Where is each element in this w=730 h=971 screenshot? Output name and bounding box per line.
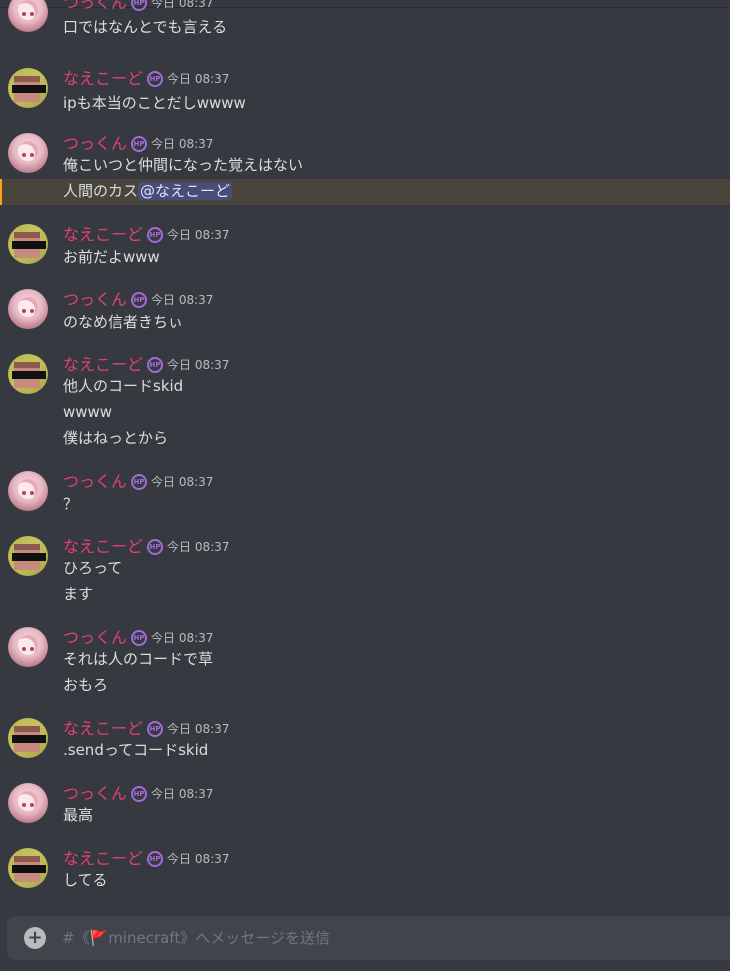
message-text: ひろって [63, 559, 123, 577]
message-header: なえこーど HP 今日 08:37 [63, 224, 229, 246]
message-header: つっくん HP 今日 08:37 [63, 0, 213, 14]
badge-icon: HP [131, 136, 148, 152]
avatar-hair [14, 232, 40, 238]
message-text: .sendってコードskid [63, 741, 209, 759]
message-header: なえこーど HP 今日 08:37 [63, 68, 229, 90]
badge-icon: HP [147, 71, 164, 87]
timestamp: 今日 08:37 [151, 293, 214, 307]
badge-icon: HP [131, 786, 148, 802]
avatar[interactable] [8, 0, 48, 32]
username[interactable]: なえこーど [63, 68, 143, 90]
message-text: してる [63, 871, 108, 889]
avatar[interactable] [8, 471, 48, 511]
username[interactable]: つっくん [63, 471, 127, 493]
sunglasses-icon [12, 371, 46, 379]
message-text: 人間のカス @なえこーど [63, 178, 233, 204]
message-list: つっくん HP 今日 08:37 口ではなんとでも言える なえこーど HP 今日… [0, 0, 730, 905]
avatar[interactable] [8, 718, 48, 758]
avatar-hair [14, 726, 40, 732]
badge-icon: HP [131, 292, 148, 308]
message-text-part: 人間のカス [63, 182, 139, 200]
timestamp: 今日 08:37 [167, 72, 230, 86]
message-text: のなめ信者きちぃ [63, 313, 184, 331]
message-text: 俺こいつと仲間になった覚えはない [63, 156, 304, 174]
timestamp: 今日 08:37 [151, 0, 214, 10]
sunglasses-icon [12, 735, 46, 743]
timestamp: 今日 08:37 [151, 787, 214, 801]
sunglasses-icon [12, 85, 46, 93]
message-text: おもろ [63, 676, 109, 694]
sunglasses-icon [12, 553, 46, 561]
message-text: それは人のコードで草 [63, 650, 214, 668]
message-text: ます [63, 585, 94, 603]
badge-icon: HP [147, 851, 164, 867]
message-text: 他人のコードskid [63, 377, 184, 395]
sunglasses-icon [12, 865, 46, 873]
timestamp: 今日 08:37 [167, 852, 230, 866]
badge-icon: HP [131, 0, 148, 11]
username[interactable]: つっくん [63, 289, 127, 311]
badge-icon: HP [147, 539, 164, 555]
badge-icon: HP [147, 357, 164, 373]
timestamp: 今日 08:37 [167, 228, 230, 242]
message-input[interactable]: #《🚩minecraft》へメッセージを送信 [62, 916, 330, 960]
message-text: ？ [63, 495, 79, 513]
timestamp: 今日 08:37 [151, 475, 214, 489]
avatar[interactable] [8, 68, 48, 108]
message-composer[interactable]: + #《🚩minecraft》へメッセージを送信 [7, 916, 730, 960]
message-text: 最高 [63, 806, 94, 824]
avatar[interactable] [8, 354, 48, 394]
avatar-hair [14, 362, 40, 368]
user-mention[interactable]: @なえこーど [138, 182, 233, 200]
message-text: お前だよwww [63, 248, 160, 266]
avatar[interactable] [8, 848, 48, 888]
avatar-hair [14, 76, 40, 82]
avatar[interactable] [8, 783, 48, 823]
avatar[interactable] [8, 536, 48, 576]
message-text: ipも本当のことだしwwww [63, 94, 246, 112]
avatar[interactable] [8, 224, 48, 264]
message-text: 僕はねっとから [63, 429, 169, 447]
message-header: つっくん HP 今日 08:37 [63, 471, 213, 493]
message-text: 口ではなんとでも言える [63, 18, 228, 36]
message-text: wwww [63, 403, 113, 421]
avatar-hair [14, 856, 40, 862]
username[interactable]: つっくん [63, 0, 127, 14]
badge-icon: HP [147, 721, 164, 737]
avatar[interactable] [8, 133, 48, 173]
timestamp: 今日 08:37 [167, 540, 230, 554]
badge-icon: HP [131, 630, 148, 646]
avatar-hair [14, 544, 40, 550]
sunglasses-icon [12, 241, 46, 249]
badge-icon: HP [147, 227, 164, 243]
message-header: つっくん HP 今日 08:37 [63, 289, 213, 311]
username[interactable]: なえこーど [63, 224, 143, 246]
avatar[interactable] [8, 289, 48, 329]
badge-icon: HP [131, 474, 148, 490]
plus-circle-icon[interactable]: + [24, 927, 46, 949]
avatar[interactable] [8, 627, 48, 667]
